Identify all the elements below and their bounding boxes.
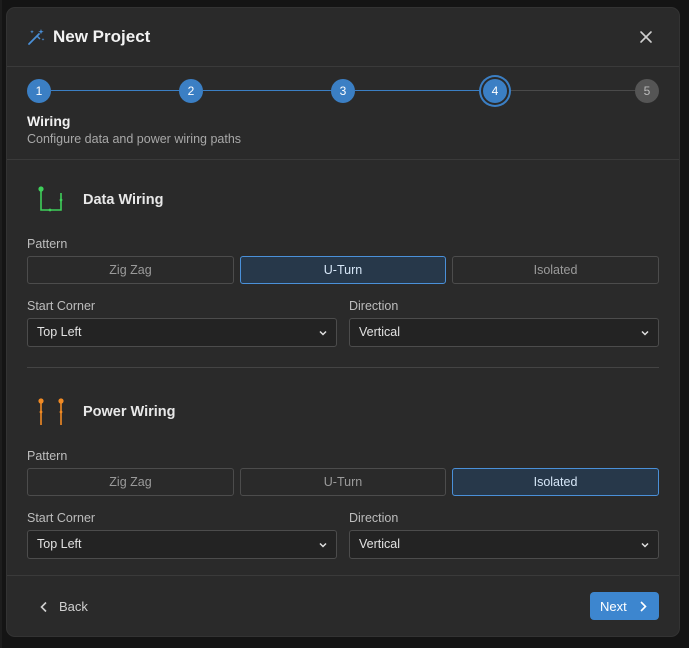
data-pattern-isolated[interactable]: Isolated bbox=[452, 256, 659, 284]
backdrop bbox=[0, 0, 2, 648]
power-direction-value: Vertical bbox=[359, 537, 400, 551]
chevron-right-icon bbox=[640, 601, 647, 612]
data-pattern-zigzag[interactable]: Zig Zag bbox=[27, 256, 234, 284]
dialog-footer: Back Next bbox=[7, 575, 679, 636]
section-divider bbox=[27, 367, 659, 368]
power-start-corner-select[interactable]: Top Left bbox=[27, 530, 337, 559]
data-direction-value: Vertical bbox=[359, 325, 400, 339]
step-3[interactable]: 3 bbox=[331, 79, 355, 103]
power-pattern-zigzag[interactable]: Zig Zag bbox=[27, 468, 234, 496]
dialog-header: New Project bbox=[7, 8, 679, 67]
power-direction-label: Direction bbox=[349, 511, 399, 525]
power-wiring-icon bbox=[38, 398, 64, 425]
power-wiring-title: Power Wiring bbox=[83, 404, 176, 420]
power-start-corner-value: Top Left bbox=[37, 537, 82, 551]
step-subtitle: Configure data and power wiring paths bbox=[27, 132, 242, 146]
power-direction-select[interactable]: Vertical bbox=[349, 530, 659, 559]
data-wiring-title: Data Wiring bbox=[83, 192, 164, 208]
dialog-title: New Project bbox=[53, 27, 151, 46]
step-4-current[interactable]: 4 bbox=[483, 79, 507, 103]
step-5[interactable]: 5 bbox=[635, 79, 659, 103]
power-pattern-label: Pattern bbox=[27, 449, 68, 463]
step-connector bbox=[355, 90, 486, 91]
chevron-down-icon bbox=[641, 330, 649, 336]
step-title: Wiring bbox=[27, 113, 71, 129]
data-direction-label: Direction bbox=[349, 299, 399, 313]
step-connector bbox=[507, 90, 638, 91]
chevron-left-icon bbox=[40, 601, 47, 613]
chevron-down-icon bbox=[641, 542, 649, 548]
data-start-corner-label: Start Corner bbox=[27, 299, 96, 313]
data-direction-select[interactable]: Vertical bbox=[349, 318, 659, 347]
data-pattern-uturn[interactable]: U-Turn bbox=[240, 256, 446, 284]
power-pattern-isolated[interactable]: Isolated bbox=[452, 468, 659, 496]
close-icon[interactable] bbox=[637, 28, 655, 46]
data-start-corner-select[interactable]: Top Left bbox=[27, 318, 337, 347]
step-2[interactable]: 2 bbox=[179, 79, 203, 103]
next-button-label: Next bbox=[600, 599, 627, 614]
chevron-down-icon bbox=[319, 330, 327, 336]
data-pattern-label: Pattern bbox=[27, 237, 68, 251]
chevron-down-icon bbox=[319, 542, 327, 548]
new-project-dialog: New Project 1 2 3 4 5 Wiring Configure d… bbox=[7, 8, 679, 636]
stepper: 1 2 3 4 5 Wiring Configure data and powe… bbox=[7, 66, 679, 160]
next-button[interactable]: Next bbox=[590, 592, 659, 620]
data-start-corner-value: Top Left bbox=[37, 325, 82, 339]
step-1[interactable]: 1 bbox=[27, 79, 51, 103]
power-start-corner-label: Start Corner bbox=[27, 511, 96, 525]
power-pattern-uturn[interactable]: U-Turn bbox=[240, 468, 446, 496]
magic-wand-icon bbox=[28, 29, 45, 45]
back-button-label: Back bbox=[59, 599, 88, 614]
step-connector bbox=[203, 90, 334, 91]
step-connector bbox=[51, 90, 182, 91]
data-wiring-icon bbox=[38, 186, 63, 212]
